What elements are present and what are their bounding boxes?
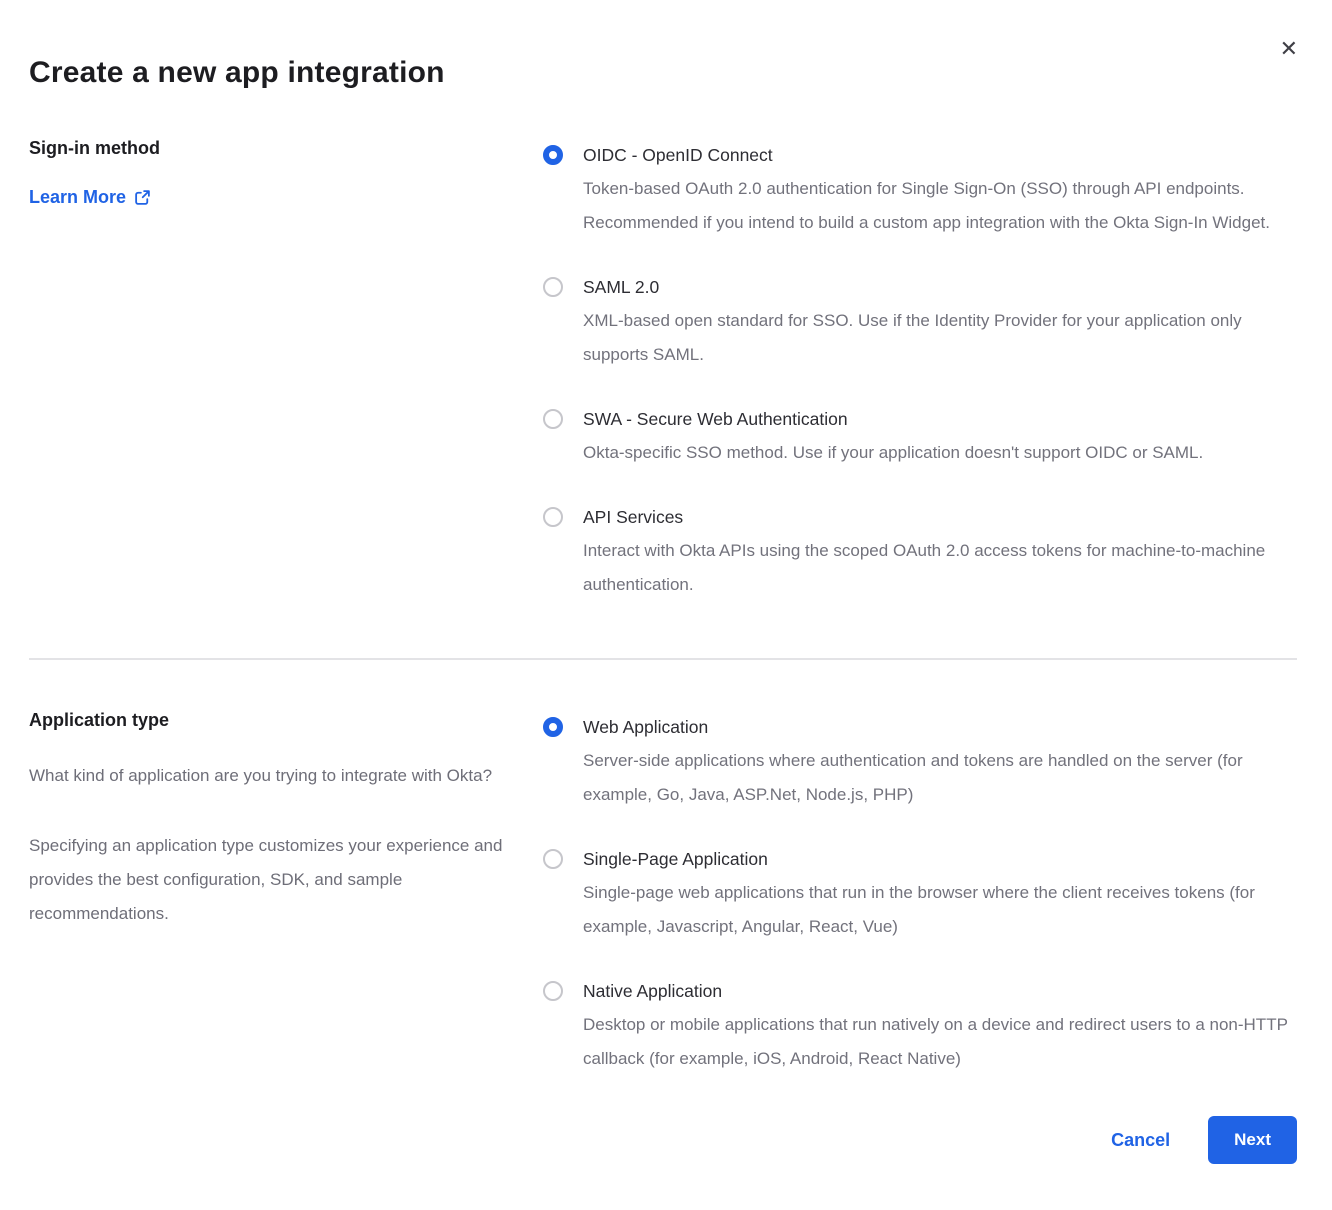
radio-option-web-application[interactable]: Web Application Server-side applications… <box>543 710 1297 812</box>
radio-button-saml[interactable] <box>543 277 563 297</box>
radio-description: Server-side applications where authentic… <box>583 744 1297 812</box>
radio-label: SAML 2.0 <box>583 270 1297 304</box>
radio-description: XML-based open standard for SSO. Use if … <box>583 304 1297 372</box>
radio-description: Token-based OAuth 2.0 authentication for… <box>583 172 1297 240</box>
section-divider <box>29 658 1297 660</box>
signin-method-radio-group: OIDC - OpenID Connect Token-based OAuth … <box>543 138 1297 602</box>
application-type-radio-group: Web Application Server-side applications… <box>543 710 1297 1076</box>
radio-option-saml[interactable]: SAML 2.0 XML-based open standard for SSO… <box>543 270 1297 372</box>
external-link-icon <box>134 189 151 206</box>
close-icon[interactable]: ✕ <box>1280 38 1298 60</box>
application-type-section: Application type What kind of applicatio… <box>29 710 1297 1076</box>
radio-button-web-application[interactable] <box>543 717 563 737</box>
application-type-description-1: What kind of application are you trying … <box>29 759 509 793</box>
radio-option-swa[interactable]: SWA - Secure Web Authentication Okta-spe… <box>543 402 1297 470</box>
radio-button-single-page-application[interactable] <box>543 849 563 869</box>
learn-more-label: Learn More <box>29 187 126 208</box>
next-button[interactable]: Next <box>1208 1116 1297 1164</box>
radio-option-single-page-application[interactable]: Single-Page Application Single-page web … <box>543 842 1297 944</box>
radio-label: Single-Page Application <box>583 842 1297 876</box>
radio-description: Okta-specific SSO method. Use if your ap… <box>583 436 1297 470</box>
learn-more-link[interactable]: Learn More <box>29 187 151 208</box>
radio-button-api-services[interactable] <box>543 507 563 527</box>
radio-option-oidc[interactable]: OIDC - OpenID Connect Token-based OAuth … <box>543 138 1297 240</box>
signin-method-label: Sign-in method <box>29 138 523 159</box>
cancel-button[interactable]: Cancel <box>1111 1130 1170 1151</box>
radio-label: Native Application <box>583 974 1297 1008</box>
radio-description: Interact with Okta APIs using the scoped… <box>583 534 1297 602</box>
radio-button-oidc[interactable] <box>543 145 563 165</box>
signin-method-section: Sign-in method Learn More OIDC - OpenID … <box>29 138 1297 602</box>
page-title: Create a new app integration <box>29 56 1297 90</box>
application-type-label: Application type <box>29 710 523 731</box>
radio-button-native-application[interactable] <box>543 981 563 1001</box>
radio-option-native-application[interactable]: Native Application Desktop or mobile app… <box>543 974 1297 1076</box>
radio-label: OIDC - OpenID Connect <box>583 138 1297 172</box>
create-app-integration-dialog: ✕ Create a new app integration Sign-in m… <box>0 0 1332 1210</box>
radio-button-swa[interactable] <box>543 409 563 429</box>
radio-description: Single-page web applications that run in… <box>583 876 1297 944</box>
radio-option-api-services[interactable]: API Services Interact with Okta APIs usi… <box>543 500 1297 602</box>
application-type-description-2: Specifying an application type customize… <box>29 829 509 931</box>
radio-label: API Services <box>583 500 1297 534</box>
dialog-footer: Cancel Next <box>1111 1116 1297 1164</box>
radio-label: SWA - Secure Web Authentication <box>583 402 1297 436</box>
radio-label: Web Application <box>583 710 1297 744</box>
radio-description: Desktop or mobile applications that run … <box>583 1008 1297 1076</box>
